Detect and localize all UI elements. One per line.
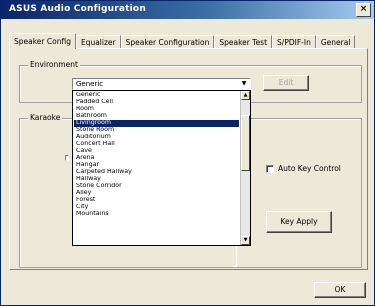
dropdown-option[interactable]: City — [74, 204, 239, 211]
tab-spdif-in[interactable]: S/PDIF-In — [272, 35, 316, 49]
slider-mark — [65, 155, 69, 161]
auto-key-control-label: Auto Key Control — [278, 164, 341, 173]
scroll-down-icon[interactable]: ▼ — [241, 236, 250, 245]
dropdown-option[interactable]: Stone Corridor — [74, 183, 239, 190]
tab-strip: Speaker Config Equalizer Speaker Configu… — [9, 33, 356, 49]
dropdown-option[interactable]: Arena — [74, 155, 239, 162]
tab-general[interactable]: General — [315, 35, 356, 49]
dropdown-option[interactable]: Hangar — [74, 162, 239, 169]
edit-button[interactable]: Edit — [263, 75, 309, 91]
tab-speaker-config[interactable]: Speaker Config — [9, 33, 76, 49]
dropdown-option[interactable]: Room — [74, 106, 239, 113]
dropdown-option[interactable]: Auditorium — [74, 134, 239, 141]
dropdown-option-selected[interactable]: Livingroom — [74, 120, 239, 127]
dropdown-option[interactable]: Stone Room — [74, 127, 239, 134]
window-title: ASUS Audio Configuration — [9, 4, 146, 14]
auto-key-control-checkbox[interactable] — [266, 164, 274, 173]
dropdown-option[interactable]: Carpeted Hallway — [74, 169, 239, 176]
key-apply-button[interactable]: Key Apply — [266, 211, 332, 233]
dropdown-option[interactable]: Cave — [74, 148, 239, 155]
environment-select[interactable]: Generic ▼ — [72, 78, 251, 90]
karaoke-group-label: Karaoke — [28, 113, 63, 122]
dropdown-option[interactable]: Padded Cell — [74, 99, 239, 106]
environment-select-value: Generic — [76, 80, 104, 88]
tab-equalizer[interactable]: Equalizer — [75, 35, 121, 49]
tab-speaker-test[interactable]: Speaker Test — [214, 35, 273, 49]
environment-dropdown-list[interactable]: Generic Padded Cell Room Bathroom Living… — [72, 90, 251, 246]
ok-button[interactable]: OK — [314, 282, 366, 298]
environment-group-label: Environment — [28, 60, 80, 69]
auto-key-control[interactable]: Auto Key Control — [266, 164, 341, 173]
scroll-up-icon[interactable]: ▲ — [241, 91, 250, 100]
dropdown-option[interactable]: Mountains — [74, 211, 239, 218]
dropdown-option[interactable]: Hallway — [74, 176, 239, 183]
audio-configuration-window: ASUS Audio Configuration × Speaker Confi… — [0, 0, 375, 306]
tab-speaker-configuration[interactable]: Speaker Configuration — [120, 35, 215, 49]
dropdown-option[interactable]: Forest — [74, 197, 239, 204]
dropdown-scrollbar[interactable]: ▲ ▼ — [240, 91, 250, 245]
scroll-thumb[interactable] — [241, 115, 250, 171]
dropdown-option[interactable]: Bathroom — [74, 113, 239, 120]
dropdown-option[interactable]: Generic — [74, 92, 239, 99]
close-button[interactable]: × — [356, 3, 371, 17]
dropdown-option[interactable]: Concert Hall — [74, 141, 239, 148]
chevron-down-icon[interactable]: ▼ — [239, 79, 249, 89]
title-bar[interactable]: ASUS Audio Configuration × — [1, 1, 374, 19]
dropdown-option[interactable]: Alley — [74, 190, 239, 197]
